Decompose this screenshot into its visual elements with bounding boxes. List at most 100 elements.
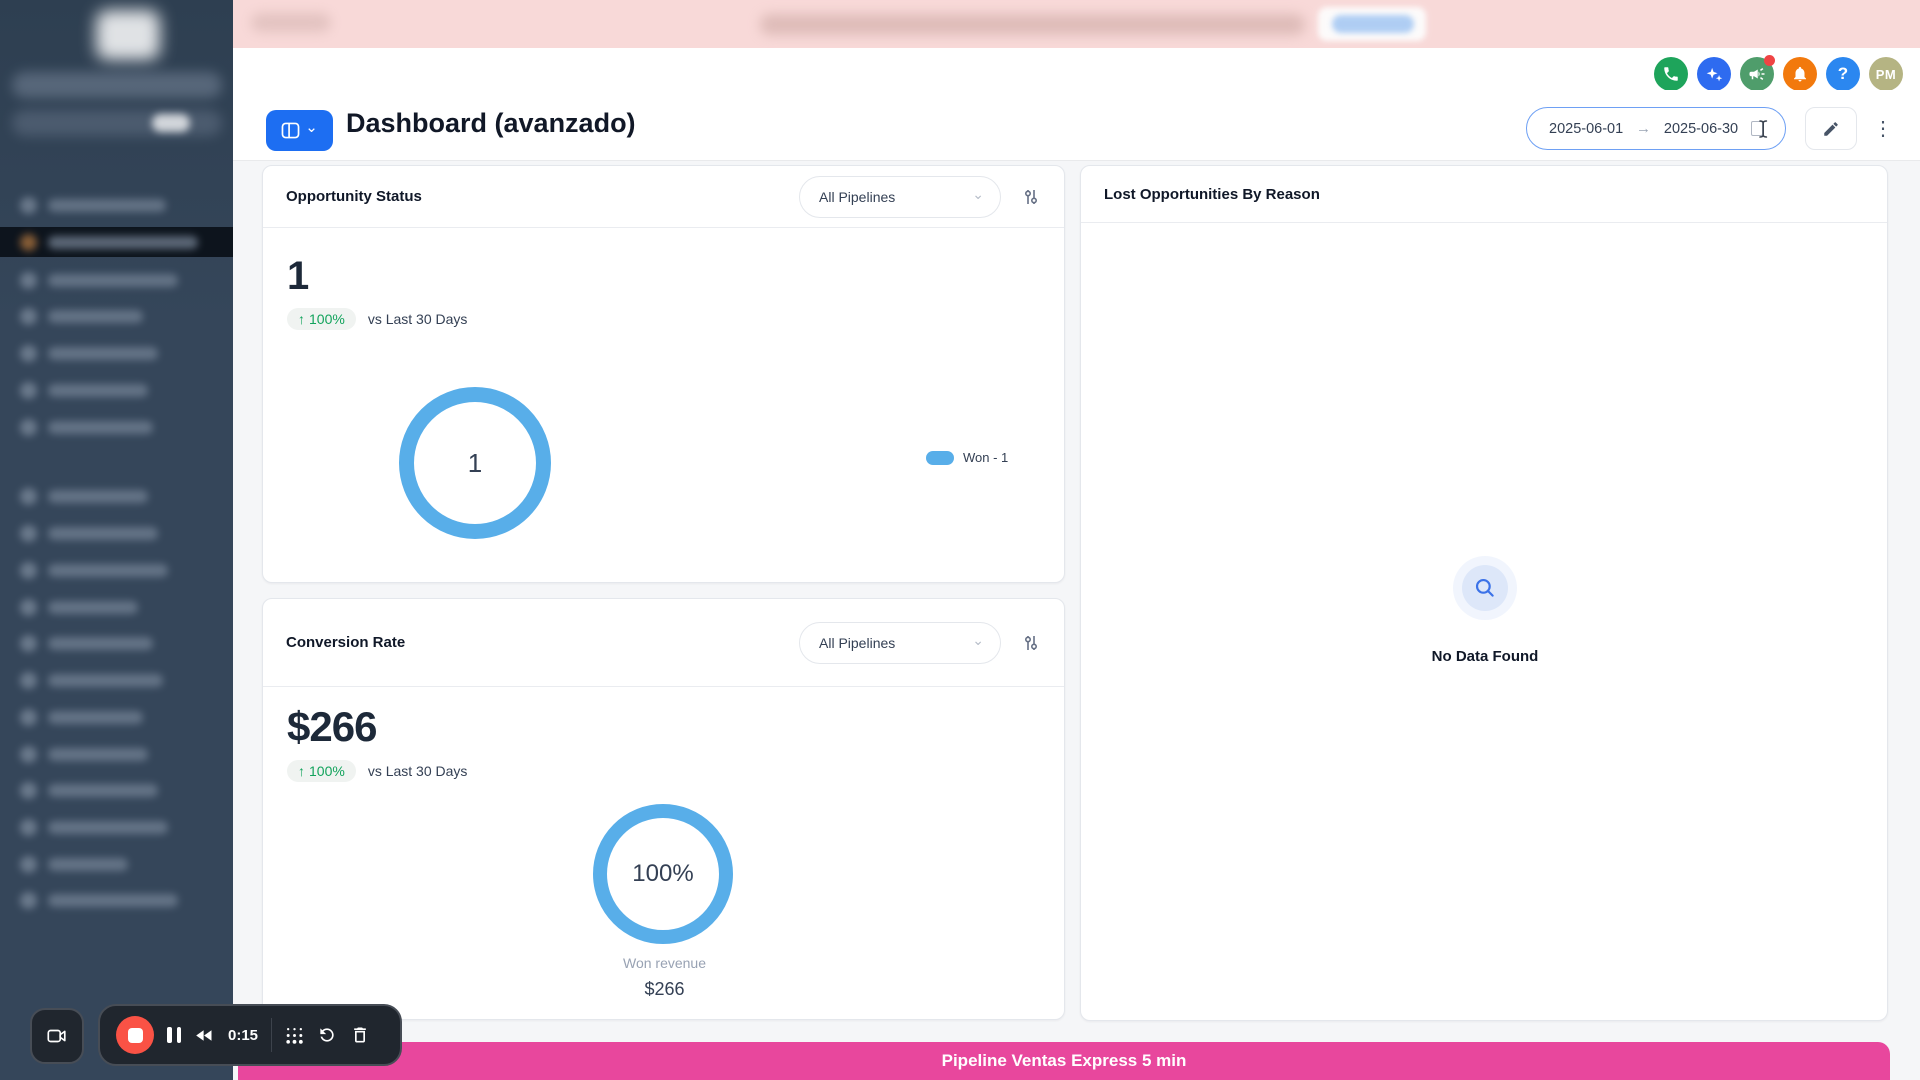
sidebar-nav[interactable] (0, 0, 233, 1080)
sidebar-item-blurred[interactable] (0, 338, 233, 368)
text-cursor-icon (1750, 119, 1769, 139)
kebab-menu-icon: ⋮ (1873, 117, 1893, 140)
megaphone-icon (1748, 65, 1766, 83)
restart-recording-button[interactable] (317, 1025, 337, 1045)
sidebar-item-label-blurred (48, 421, 153, 434)
announcements-button[interactable] (1740, 55, 1775, 91)
chart-legend[interactable]: Won - 1 (926, 450, 1008, 465)
pipeline-filter-select[interactable]: All Pipelines ⌄ (799, 621, 1001, 664)
sidebar-item-blurred[interactable] (0, 301, 233, 331)
sidebar-item-blurred[interactable] (0, 665, 233, 695)
sidebar-item-icon (20, 599, 37, 616)
opportunity-count: 1 (287, 254, 309, 298)
sidebar-item-label-blurred (48, 711, 143, 724)
filter-sliders-icon[interactable] (1021, 187, 1041, 207)
card-title: Conversion Rate (286, 634, 406, 651)
phone-button[interactable] (1654, 57, 1688, 91)
notification-dot (1764, 55, 1775, 66)
date-range-picker[interactable]: 2025-06-01 → 2025-06-30 (1526, 107, 1786, 150)
notification-banner (233, 0, 1920, 48)
sidebar-item-blurred[interactable] (0, 375, 233, 405)
sidebar-item-icon (20, 419, 37, 436)
sidebar-item-blurred[interactable] (0, 481, 233, 511)
sidebar-item-label-blurred (48, 384, 148, 397)
sidebar-item-label-blurred (48, 784, 158, 797)
sidebar-item-icon (20, 892, 37, 909)
pipeline-filter-select[interactable]: All Pipelines ⌄ (799, 175, 1001, 218)
sidebar-item-blurred[interactable] (0, 628, 233, 658)
chevron-down-icon: ⌄ (305, 118, 318, 136)
dashboard-layout-button[interactable]: ⌄ (266, 110, 333, 151)
change-caption: vs Last 30 Days (367, 763, 468, 779)
banner-cta-label-blurred (1332, 15, 1414, 33)
sidebar-item-label-blurred (48, 347, 158, 360)
ai-assistant-button[interactable] (1697, 57, 1731, 91)
donut-center-value: 100% (632, 860, 694, 887)
pipeline-filter-value: All Pipelines (819, 634, 896, 651)
opportunity-status-card: Opportunity Status All Pipelines ⌄ 1 ↑ 1… (262, 165, 1065, 583)
rewind-button[interactable] (194, 1025, 215, 1046)
sidebar-item-blurred[interactable] (0, 592, 233, 622)
sidebar-item-blurred[interactable] (0, 265, 233, 295)
card-title: Opportunity Status (286, 188, 422, 205)
delete-recording-button[interactable] (350, 1025, 370, 1045)
sidebar-item-icon (20, 345, 37, 362)
pipeline-footer-bar[interactable]: Pipeline Ventas Express 5 min (238, 1042, 1890, 1080)
blur-tool-button[interactable] (285, 1026, 304, 1045)
sidebar-item-blurred[interactable] (0, 518, 233, 548)
search-bar-blurred[interactable] (12, 110, 222, 136)
page-header: ⌄ Dashboard (avanzado) 2025-06-01 → 2025… (233, 90, 1920, 161)
sidebar-item-icon (20, 782, 37, 799)
sidebar-item-icon (20, 488, 37, 505)
empty-state: No Data Found (1081, 556, 1887, 665)
sidebar-item-icon (20, 635, 37, 652)
sidebar-item-label-blurred (48, 674, 163, 687)
avatar[interactable]: PM (1869, 57, 1903, 91)
sidebar-item-blurred[interactable] (0, 555, 233, 585)
bell-icon (1791, 65, 1809, 83)
sidebar-item-label-blurred (48, 821, 168, 834)
date-end[interactable]: 2025-06-30 (1664, 121, 1738, 137)
stop-icon (127, 1027, 143, 1043)
notifications-button[interactable] (1783, 51, 1823, 91)
sidebar-item-blurred[interactable] (0, 775, 233, 805)
avatar-initials: PM (1875, 66, 1897, 82)
sidebar-item-icon (20, 746, 37, 763)
sidebar-item-blurred[interactable] (0, 702, 233, 732)
sidebar-item-label-blurred (48, 748, 148, 761)
sidebar-item-label-blurred (48, 601, 138, 614)
conversion-rate-card: Conversion Rate All Pipelines ⌄ $266 ↑ 1… (262, 598, 1065, 1020)
donut-caption-value: $266 (644, 979, 685, 999)
topbar: ? PM (233, 48, 1920, 91)
filter-sliders-icon[interactable] (1021, 633, 1041, 653)
pause-recording-button[interactable] (167, 1027, 181, 1043)
date-start[interactable]: 2025-06-01 (1549, 121, 1623, 137)
change-badge: ↑ 100% (287, 308, 356, 330)
sidebar-toggle-blurred[interactable] (152, 114, 190, 132)
trend-up-icon: ↑ (298, 311, 305, 327)
edit-dashboard-button[interactable] (1805, 107, 1857, 150)
sidebar-item-blurred[interactable] (0, 190, 233, 220)
sidebar-item-icon (20, 562, 37, 579)
lost-opportunities-card: Lost Opportunities By Reason No Data Fou… (1080, 165, 1888, 1021)
dashboard-content: Opportunity Status All Pipelines ⌄ 1 ↑ 1… (233, 161, 1920, 1080)
sidebar-item-label-blurred (48, 564, 168, 577)
sidebar-item-icon (20, 197, 37, 214)
sidebar-item-blurred[interactable] (0, 412, 233, 442)
sidebar-item-active-blurred[interactable] (0, 227, 233, 257)
phone-icon (1662, 65, 1680, 83)
sidebar-item-label-blurred (48, 310, 143, 323)
sidebar-item-blurred[interactable] (0, 739, 233, 769)
search-icon-halo (1453, 556, 1517, 620)
won-revenue-total: $266 (287, 703, 377, 750)
arrow-right-icon: → (1636, 120, 1652, 137)
stop-recording-button[interactable] (116, 1016, 154, 1054)
location-switcher-blurred[interactable] (12, 72, 222, 98)
camera-bubble-button[interactable] (30, 1008, 84, 1064)
more-options-button[interactable]: ⋮ (1870, 111, 1896, 145)
help-button[interactable]: ? (1826, 57, 1860, 91)
card-title: Lost Opportunities By Reason (1104, 185, 1320, 203)
sidebar-item-blurred[interactable] (0, 812, 233, 842)
sidebar-item-blurred[interactable] (0, 885, 233, 915)
sidebar-item-blurred[interactable] (0, 849, 233, 879)
